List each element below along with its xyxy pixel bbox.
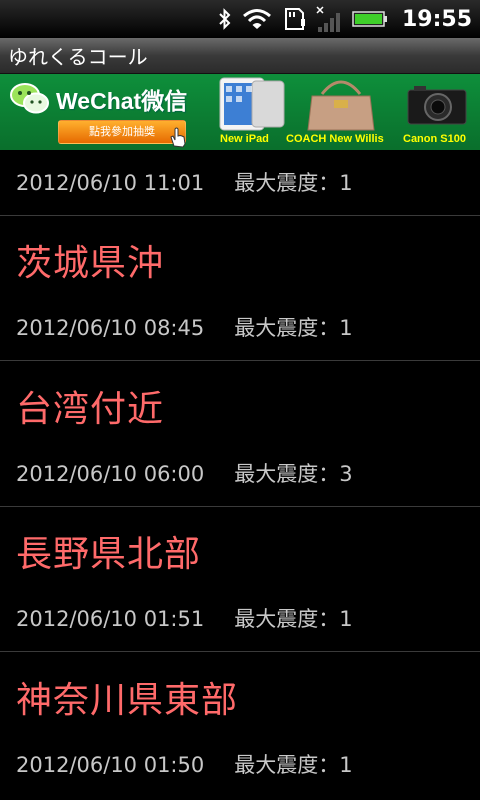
status-clock: 19:55 bbox=[401, 6, 472, 32]
ad-product-coach[interactable]: COACH New Willis bbox=[286, 76, 396, 148]
bluetooth-icon bbox=[218, 7, 232, 31]
ad-banner[interactable]: WeChat微信 點我參加抽獎 New iPad COACH New Willi… bbox=[0, 74, 480, 150]
ad-product-ipad[interactable]: New iPad bbox=[214, 76, 288, 148]
quake-meta: 2012/06/10 11:01 最大震度：1 bbox=[16, 167, 353, 197]
app-title: ゆれくるコール bbox=[8, 45, 148, 69]
quake-intensity-value: 1 bbox=[339, 316, 353, 340]
wechat-icon bbox=[10, 83, 49, 114]
quake-intensity-label: 最大震度： bbox=[234, 753, 340, 777]
list-item[interactable]: 神奈川県東部 2012/06/10 01:50 最大震度：1 bbox=[0, 653, 480, 798]
quake-location: 茨城県沖 bbox=[16, 243, 165, 284]
list-item[interactable]: 2012/06/10 11:01 最大震度：1 bbox=[0, 150, 480, 216]
sd-card-icon bbox=[282, 7, 306, 31]
wifi-icon bbox=[242, 7, 272, 31]
quake-intensity-label: 最大震度： bbox=[234, 607, 340, 631]
quake-intensity-label: 最大震度： bbox=[234, 171, 340, 195]
quake-datetime: 2012/06/10 06:00 bbox=[16, 462, 205, 486]
ad-product-canon[interactable]: Canon S100 bbox=[400, 76, 480, 148]
quake-location: 長野県北部 bbox=[16, 534, 202, 575]
ad-product-label: New iPad bbox=[220, 133, 269, 145]
quake-intensity-label: 最大震度： bbox=[234, 462, 340, 486]
signal-icon bbox=[316, 5, 342, 33]
list-item[interactable]: 茨城県沖 2012/06/10 08:45 最大震度：1 bbox=[0, 216, 480, 361]
quake-intensity-value: 1 bbox=[339, 171, 353, 195]
quake-datetime: 2012/06/10 11:01 bbox=[16, 171, 205, 195]
list-item[interactable]: 台湾付近 2012/06/10 06:00 最大震度：3 bbox=[0, 362, 480, 507]
handbag-image bbox=[307, 80, 375, 131]
camera-image bbox=[407, 86, 467, 125]
quake-intensity-value: 3 bbox=[339, 462, 353, 486]
list-item[interactable]: 長野県北部 2012/06/10 01:51 最大震度：1 bbox=[0, 507, 480, 652]
ad-product-label: COACH New Willis bbox=[286, 133, 384, 145]
quake-meta: 2012/06/10 01:50 最大震度：1 bbox=[16, 749, 353, 779]
pointer-hand-icon bbox=[168, 126, 188, 150]
app-title-bar: ゆれくるコール bbox=[0, 38, 480, 74]
quake-intensity-value: 1 bbox=[339, 607, 353, 631]
status-bar: 19:55 bbox=[0, 0, 480, 38]
quake-intensity-label: 最大震度： bbox=[234, 316, 340, 340]
ipad-image bbox=[219, 77, 285, 131]
quake-intensity-value: 1 bbox=[339, 753, 353, 777]
quake-datetime: 2012/06/10 01:50 bbox=[16, 753, 205, 777]
quake-meta: 2012/06/10 01:51 最大震度：1 bbox=[16, 603, 353, 633]
ad-cta-button[interactable]: 點我參加抽獎 bbox=[58, 120, 186, 144]
ad-logo-text: WeChat微信 bbox=[56, 88, 188, 114]
quake-meta: 2012/06/10 06:00 最大震度：3 bbox=[16, 458, 353, 488]
quake-meta: 2012/06/10 08:45 最大震度：1 bbox=[16, 312, 353, 342]
quake-location: 神奈川県東部 bbox=[16, 680, 239, 721]
quake-datetime: 2012/06/10 01:51 bbox=[16, 607, 205, 631]
quake-datetime: 2012/06/10 08:45 bbox=[16, 316, 205, 340]
battery-icon bbox=[352, 9, 388, 29]
wechat-logo: WeChat微信 bbox=[10, 82, 187, 116]
quake-location: 台湾付近 bbox=[16, 389, 165, 430]
ad-product-label: Canon S100 bbox=[403, 133, 466, 145]
earthquake-list[interactable]: 2012/06/10 11:01 最大震度：1 茨城県沖 2012/06/10 0… bbox=[0, 150, 480, 800]
